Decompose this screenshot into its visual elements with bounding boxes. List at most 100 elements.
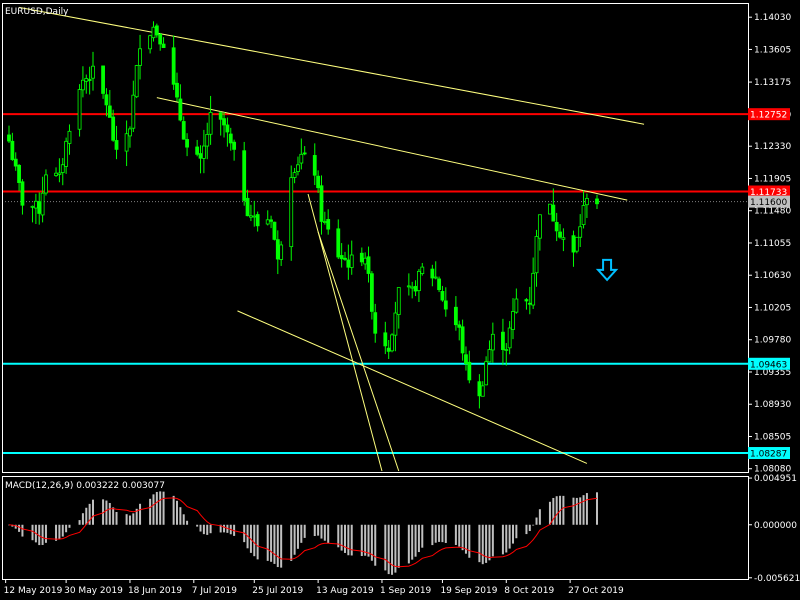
macd-bar [162,491,165,525]
macd-bar [488,524,491,561]
candle-body [198,153,203,159]
macd-bar [18,524,21,532]
macd-bar [478,524,481,563]
macd-bar [350,524,353,556]
macd-bar [21,524,24,537]
candle-body [484,361,489,386]
macd-bar [421,524,424,548]
candle-body [507,327,512,349]
candle-body [390,334,394,352]
candle-body [275,239,280,260]
price-tick-label: 1.14030 [754,13,791,23]
macd-bar [367,524,370,557]
macd-bar [535,517,538,525]
macd-bar [532,524,535,526]
price-tick-label: 1.11480 [754,207,791,217]
time-tick-label: 13 Aug 2019 [316,586,374,596]
macd-bar [582,495,585,525]
candle-body [57,172,62,175]
candle-body [501,331,505,350]
candle-body [44,174,48,194]
macd-bar [505,524,508,553]
candle-body [201,145,206,159]
macd-bar [441,524,444,543]
candle-body [222,118,226,126]
candle-body [383,332,388,347]
macd-bar [458,524,461,547]
candle-body [296,164,300,172]
candle-body [480,385,485,397]
macd-bar [55,524,58,541]
candle-body [534,236,539,274]
candle-body [477,381,482,397]
candle-body [158,33,163,45]
candle-body [430,268,435,279]
candle-body [161,43,166,48]
macd-bar [78,520,81,525]
macd-tick-label: 0.000000 [754,521,797,531]
candle-body [17,164,21,183]
macd-bar [202,524,205,535]
candle-body [67,130,72,144]
candle-body [554,221,559,232]
macd-bar [149,498,152,525]
candle-body [272,221,277,240]
macd-bar [41,524,44,545]
support-lower-tag-label: 1.08287 [750,450,787,460]
candle-body [10,140,15,160]
macd-bar [344,524,346,553]
macd-bar [182,514,185,525]
macd-bar [125,514,128,525]
macd-tick-label: -0.005621 [754,574,800,584]
candle-body [20,181,25,206]
price-tick-label: 1.09780 [754,336,791,346]
chart-canvas[interactable]: 1.140301.136051.131751.127501.123301.119… [0,0,800,600]
candle-body [171,47,176,85]
candle-body [7,134,11,142]
macd-bar [81,513,84,525]
candle-body [413,286,418,292]
macd-bar [414,524,417,557]
macd-bar [512,524,514,544]
price-tick-label: 1.08505 [754,432,791,442]
macd-bar [434,524,437,543]
macd-bar [327,524,330,543]
candle-body [537,214,542,239]
candle-body [242,150,247,201]
macd-bar [596,492,598,525]
price-axis: 1.140301.136051.131751.127501.123301.119… [748,13,791,475]
macd-bar [364,524,367,556]
candle-body [440,290,445,301]
macd-bar [186,520,189,525]
candle-body [87,79,92,81]
macd-bar [313,524,316,537]
candle-body [84,78,89,82]
macd-bar [384,524,387,571]
macd-bar [461,524,464,551]
candle-body [359,252,364,263]
macd-bar [387,524,390,575]
macd-bar [300,524,303,543]
macd-tick-label: 0.004951 [754,474,797,484]
macd-bar [196,524,199,527]
candle-body [443,300,448,310]
time-tick-label: 19 Sep 2019 [440,586,497,596]
candle-body [252,215,257,218]
candle-body [77,89,82,130]
macd-bar [481,524,484,565]
price-tick-label: 1.13175 [754,78,791,88]
macd-bar [515,524,518,539]
candle-body [490,333,495,351]
candle-body [437,278,441,291]
time-tick-label: 27 Oct 2019 [568,586,624,596]
macd-bar [340,524,343,551]
macd-bar [585,493,588,525]
candle-body [336,228,341,258]
candle-body [40,192,45,216]
candle-body [558,231,562,238]
macd-bar [105,500,108,525]
macd-bar [347,524,350,556]
time-tick-label: 1 Sep 2019 [380,586,432,596]
candle-body [33,200,38,209]
candle-body [292,172,297,178]
